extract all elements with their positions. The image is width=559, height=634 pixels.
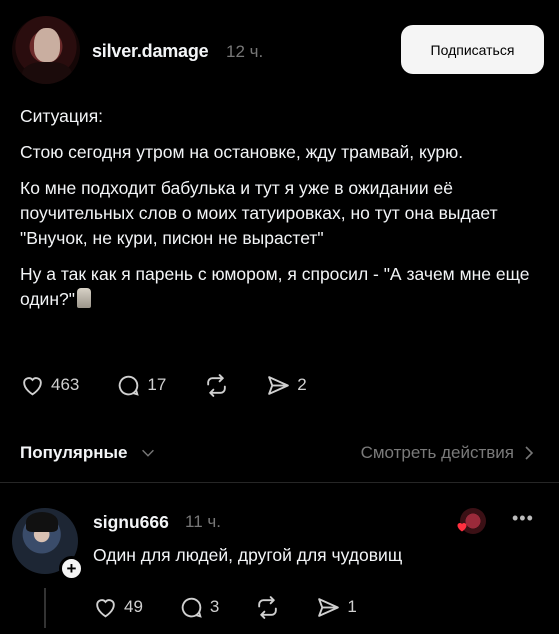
reply-share-count: 1: [347, 597, 357, 616]
chevron-down-icon[interactable]: [139, 444, 157, 462]
share-count: 2: [297, 375, 307, 394]
like-count: 463: [51, 375, 80, 394]
send-icon: [318, 597, 340, 617]
post-body: Ситуация: Стою сегодня утром на остановк…: [20, 104, 530, 323]
liked-heart-icon: [457, 523, 467, 532]
comment-count: 17: [147, 375, 167, 394]
comment-icon: [119, 375, 140, 396]
reply-share-button[interactable]: 1: [316, 595, 357, 620]
reply-repost-button[interactable]: [255, 595, 280, 620]
chevron-right-icon: [525, 446, 534, 460]
reply-actions: 49 3 1: [93, 593, 357, 621]
more-options-icon[interactable]: •••: [512, 508, 534, 529]
post-paragraph: Ситуация:: [20, 106, 104, 126]
author-username[interactable]: silver.damage: [92, 41, 209, 62]
reply-comment-count: 3: [209, 597, 220, 616]
send-icon: [268, 375, 290, 395]
avatar-hair: [26, 512, 58, 532]
post-timestamp: 12 ч.: [226, 42, 264, 61]
follow-button[interactable]: Подписаться: [401, 25, 544, 74]
reply-username[interactable]: signu666: [93, 512, 169, 533]
view-activity-label: Смотреть действия: [360, 443, 514, 462]
repost-icon: [258, 595, 278, 619]
repost-button[interactable]: [204, 373, 229, 398]
reply-timestamp: 11 ч.: [185, 512, 221, 531]
post-paragraph-text: Ну а так как я парень с юмором, я спроси…: [20, 264, 530, 309]
post-actions: 463 17 2: [20, 370, 307, 400]
author-avatar[interactable]: [12, 16, 80, 84]
post-paragraph: Ко мне подходит бабулька и тут я уже в о…: [20, 178, 498, 248]
reply-like-button[interactable]: 49: [93, 595, 143, 620]
follow-plus-icon[interactable]: +: [59, 556, 84, 581]
avatar-shoulders: [22, 62, 72, 84]
post-paragraph-last: Ну а так как я парень с юмором, я спроси…: [20, 262, 530, 312]
moai-emoji-icon: [76, 288, 91, 308]
share-button[interactable]: 2: [266, 373, 307, 398]
thread-line: [44, 588, 46, 628]
like-button[interactable]: 463: [20, 373, 79, 398]
reply-text: Один для людей, другой для чудовищ: [93, 545, 403, 565]
replies-sort-row: Популярные Смотреть действия: [20, 440, 536, 468]
view-activity-link[interactable]: Смотреть действия: [361, 443, 536, 463]
reply-comment-button[interactable]: 3: [179, 595, 219, 620]
heart-icon: [96, 598, 115, 617]
comment-button[interactable]: 17: [116, 373, 166, 398]
sort-dropdown-label[interactable]: Популярные: [20, 443, 127, 463]
post-header: silver.damage 12 ч. Подписаться: [12, 16, 547, 84]
reply-item: + signu666 11 ч. ••• Один для людей, дру…: [12, 508, 547, 628]
post-paragraph: Стою сегодня утром на остановке, жду тра…: [20, 142, 464, 162]
repost-icon: [207, 373, 227, 397]
comment-icon: [181, 597, 202, 618]
reply-like-count: 49: [124, 597, 143, 616]
heart-icon: [23, 376, 42, 395]
avatar-face: [34, 28, 60, 62]
divider: [0, 482, 559, 483]
